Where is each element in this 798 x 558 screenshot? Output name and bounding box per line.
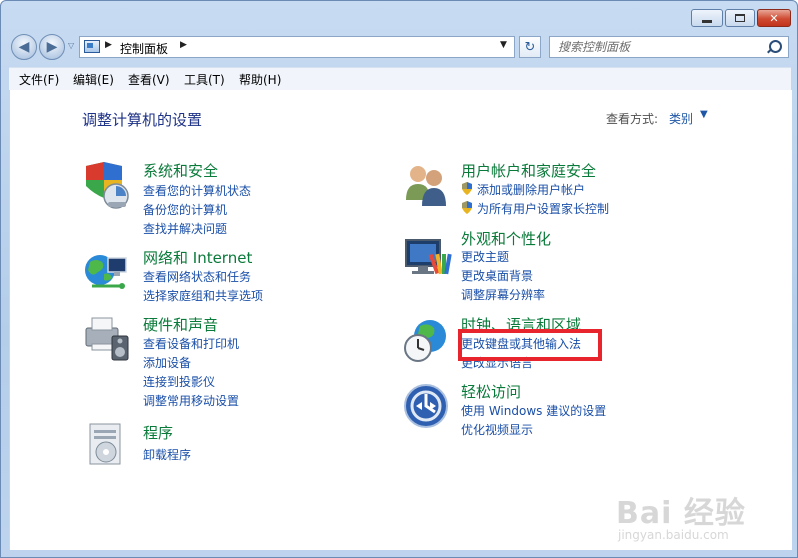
link-parental-controls-label[interactable]: 为所有用户设置家长控制 xyxy=(477,202,609,216)
link-network-status[interactable]: 查看网络状态和任务 xyxy=(143,268,251,285)
menu-file[interactable]: 文件(F) xyxy=(19,71,59,88)
user-accounts-icon[interactable] xyxy=(402,160,452,210)
system-security-icon[interactable] xyxy=(82,160,132,210)
back-button[interactable]: ◀ xyxy=(11,34,37,60)
navigation-bar: ◀ ▶ ▽ ▶ 控制面板 ▶ ▼ ↻ xyxy=(1,31,797,63)
forward-button[interactable]: ▶ xyxy=(39,34,65,60)
view-by-category-link[interactable]: 类别 xyxy=(669,110,693,127)
close-icon: ✕ xyxy=(769,11,779,25)
maximize-icon xyxy=(726,10,754,26)
category-system-security[interactable]: 系统和安全 xyxy=(143,160,218,181)
link-adjust-screen-resolution[interactable]: 调整屏幕分辨率 xyxy=(461,286,545,303)
address-path-separator-icon[interactable]: ▶ xyxy=(180,40,187,50)
view-by-label: 查看方式: xyxy=(606,112,659,126)
minimize-icon xyxy=(692,10,722,26)
title-bar: ✕ xyxy=(1,1,797,31)
category-programs[interactable]: 程序 xyxy=(143,422,173,443)
page-title: 调整计算机的设置 xyxy=(82,111,203,129)
search-box[interactable] xyxy=(549,36,789,58)
menu-tools[interactable]: 工具(T) xyxy=(184,71,225,88)
link-backup-computer[interactable]: 备份您的计算机 xyxy=(143,201,227,218)
link-homegroup-sharing[interactable]: 选择家庭组和共享选项 xyxy=(143,287,263,304)
menu-edit[interactable]: 编辑(E) xyxy=(73,71,114,88)
link-change-theme[interactable]: 更改主题 xyxy=(461,248,509,265)
link-add-device[interactable]: 添加设备 xyxy=(143,354,191,371)
link-change-desktop-background[interactable]: 更改桌面背景 xyxy=(461,267,533,284)
link-troubleshoot[interactable]: 查找并解决问题 xyxy=(143,220,227,237)
refresh-button[interactable]: ↻ xyxy=(519,36,541,58)
link-devices-printers[interactable]: 查看设备和打印机 xyxy=(143,335,239,352)
ease-of-access-icon[interactable] xyxy=(402,382,452,432)
link-mobility-settings[interactable]: 调整常用移动设置 xyxy=(143,392,239,409)
link-add-remove-accounts-label[interactable]: 添加或删除用户帐户 xyxy=(477,183,585,197)
link-add-remove-accounts[interactable]: 添加或删除用户帐户 xyxy=(461,181,585,198)
clock-language-region-icon[interactable] xyxy=(402,316,452,366)
close-button[interactable]: ✕ xyxy=(757,9,791,27)
address-path-control-panel[interactable]: 控制面板 xyxy=(120,40,168,57)
forward-arrow-icon: ▶ xyxy=(46,39,58,55)
menu-view[interactable]: 查看(V) xyxy=(128,71,170,88)
watermark-main-text: Bai 经验 xyxy=(616,496,746,531)
baidu-jingyan-watermark: Bai 经验 jingyan.baidu.com xyxy=(616,488,746,542)
menu-bar: 文件(F) 编辑(E) 查看(V) 工具(T) 帮助(H) xyxy=(9,67,791,90)
programs-icon[interactable] xyxy=(82,420,132,470)
appearance-personalization-icon[interactable] xyxy=(402,232,452,282)
hardware-sound-icon[interactable] xyxy=(82,314,132,364)
category-user-accounts[interactable]: 用户帐户和家庭安全 xyxy=(461,160,596,181)
highlight-box xyxy=(458,329,602,361)
maximize-button[interactable] xyxy=(725,9,755,27)
menu-help[interactable]: 帮助(H) xyxy=(239,71,281,88)
search-icon[interactable] xyxy=(769,40,782,53)
link-connect-projector[interactable]: 连接到投影仪 xyxy=(143,373,215,390)
refresh-icon: ↻ xyxy=(524,39,536,55)
back-arrow-icon: ◀ xyxy=(18,39,30,55)
view-by-dropdown-icon[interactable]: ▼ xyxy=(700,109,708,120)
link-uninstall-program[interactable]: 卸载程序 xyxy=(143,446,191,463)
address-dropdown-icon[interactable]: ▼ xyxy=(500,40,507,50)
uac-shield-icon xyxy=(462,182,472,195)
search-input[interactable] xyxy=(550,37,768,57)
link-optimize-visual-display[interactable]: 优化视频显示 xyxy=(461,421,533,438)
control-panel-window: ✕ ◀ ▶ ▽ ▶ 控制面板 ▶ ▼ ↻ 文件(F) 编辑(E) 查看(V) 工… xyxy=(0,0,798,558)
watermark-url-text: jingyan.baidu.com xyxy=(618,528,729,542)
uac-shield-icon xyxy=(462,201,472,214)
link-view-computer-status[interactable]: 查看您的计算机状态 xyxy=(143,182,251,199)
address-bar[interactable]: ▶ 控制面板 ▶ ▼ xyxy=(79,36,515,58)
category-network-internet[interactable]: 网络和 Internet xyxy=(143,247,252,268)
control-panel-content: 调整计算机的设置 查看方式: 类别 ▼ 系统和安全 查看您的计算机状态 备份您的… xyxy=(9,90,792,550)
link-parental-controls[interactable]: 为所有用户设置家长控制 xyxy=(461,200,609,217)
minimize-button[interactable] xyxy=(691,9,723,27)
link-windows-recommended-settings[interactable]: 使用 Windows 建议的设置 xyxy=(461,402,606,419)
category-ease-of-access[interactable]: 轻松访问 xyxy=(461,381,521,402)
category-appearance-personalization[interactable]: 外观和个性化 xyxy=(461,228,551,249)
address-separator-icon[interactable]: ▶ xyxy=(105,40,112,50)
category-hardware-sound[interactable]: 硬件和声音 xyxy=(143,314,218,335)
recent-pages-dropdown[interactable]: ▽ xyxy=(68,41,74,50)
network-internet-icon[interactable] xyxy=(82,248,132,298)
control-panel-icon xyxy=(84,40,100,53)
